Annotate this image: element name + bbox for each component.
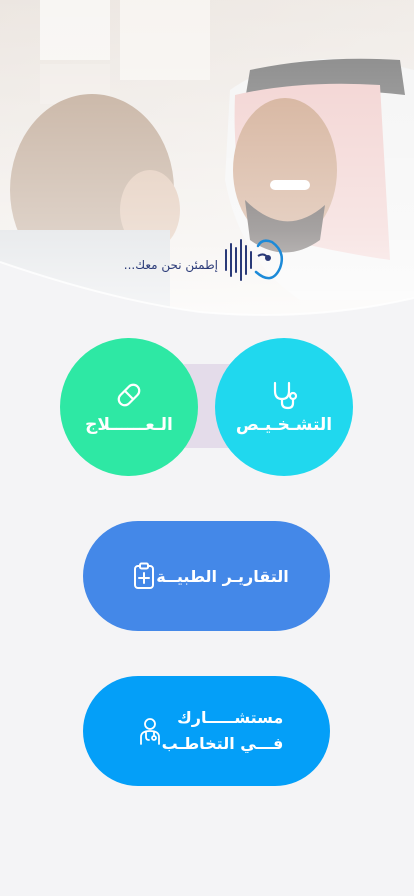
speech-consultant-button[interactable]: مستشـــــارك فـــي التخاطـب xyxy=(83,676,330,786)
ear-soundwave-logo-icon xyxy=(225,239,283,281)
doctor-icon xyxy=(139,718,160,745)
diagnosis-button[interactable]: التشـخـيـص xyxy=(215,338,353,476)
brand: إطمئن نحن معك... xyxy=(106,232,286,288)
speech-consultant-label: مستشـــــارك فـــي التخاطـب xyxy=(162,705,284,757)
treatment-button[interactable]: الـعــــــلاج xyxy=(60,338,198,476)
speech-consultant-line2: فـــي التخاطـب xyxy=(161,734,284,753)
pill-icon xyxy=(117,383,141,407)
treatment-label: الـعــــــلاج xyxy=(85,415,173,435)
clipboard-plus-icon xyxy=(134,562,155,589)
diagnosis-label: التشـخـيـص xyxy=(235,415,333,435)
speech-consultant-line1: مستشـــــارك xyxy=(177,708,284,727)
brand-tagline: إطمئن نحن معك... xyxy=(123,258,218,272)
stethoscope-icon xyxy=(273,381,298,410)
medical-reports-button[interactable]: التقاريـر الطبيــة xyxy=(83,521,330,631)
medical-reports-label: التقاريـر الطبيــة xyxy=(156,566,289,586)
